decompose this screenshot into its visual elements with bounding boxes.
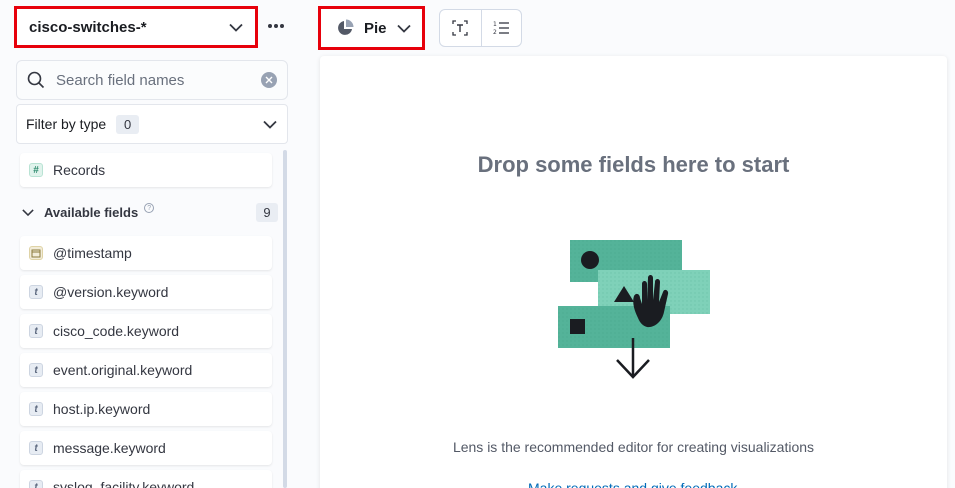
chevron-down-icon <box>22 205 34 219</box>
workspace-title: Drop some fields here to start <box>477 152 790 177</box>
chart-type-switcher[interactable]: Pie <box>318 6 425 50</box>
available-fields-toggle[interactable]: Available fields ? 9 <box>20 200 278 224</box>
drop-fields-illustration <box>558 240 710 379</box>
field-label: cisco_code.keyword <box>53 323 180 339</box>
text-cursor-icon[interactable] <box>440 10 481 46</box>
string-token-icon: t <box>29 324 43 338</box>
svg-text:2: 2 <box>493 29 497 36</box>
feedback-link[interactable]: Make requests and give feedback <box>528 480 737 488</box>
field-item-records[interactable]: # Records <box>20 153 272 187</box>
search-icon <box>27 71 45 89</box>
field-item-cisco-code[interactable]: t cisco_code.keyword <box>20 314 272 348</box>
string-token-icon: t <box>29 441 43 455</box>
search-input[interactable] <box>56 71 261 89</box>
field-item-timestamp[interactable]: @timestamp <box>20 236 272 270</box>
index-pattern-label: cisco-switches-* <box>29 18 147 36</box>
field-search-box <box>16 60 288 100</box>
date-token-icon <box>29 246 43 260</box>
string-token-icon: t <box>29 285 43 299</box>
field-item-event-original[interactable]: t event.original.keyword <box>20 353 272 387</box>
string-token-icon: t <box>29 480 43 488</box>
filter-by-type-label: Filter by type <box>26 116 107 132</box>
chevron-down-icon <box>229 20 243 34</box>
chart-type-label: Pie <box>364 19 387 37</box>
field-item-syslog-facility[interactable]: t syslog_facility.keyword <box>20 470 272 488</box>
field-item-version[interactable]: t @version.keyword <box>20 275 272 309</box>
available-fields-label: Available fields <box>44 204 139 220</box>
string-token-icon: t <box>29 402 43 416</box>
filter-count-badge: 0 <box>116 114 140 134</box>
string-token-icon: t <box>29 363 43 377</box>
number-token-icon: # <box>29 163 43 177</box>
field-label: Records <box>53 162 106 178</box>
index-pattern-picker[interactable]: cisco-switches-* <box>14 6 258 48</box>
field-item-host-ip[interactable]: t host.ip.keyword <box>20 392 272 426</box>
workspace-description: Lens is the recommended editor for creat… <box>452 439 815 455</box>
field-label: event.original.keyword <box>53 362 193 378</box>
chevron-down-icon <box>396 21 411 35</box>
field-list-scrollbar[interactable] <box>283 150 287 488</box>
info-icon[interactable]: ? <box>144 203 155 213</box>
field-label: host.ip.keyword <box>53 401 151 417</box>
clear-search-icon[interactable] <box>261 72 277 88</box>
available-fields-count: 9 <box>256 202 278 222</box>
field-label: syslog_facility.keyword <box>53 479 195 488</box>
field-item-message[interactable]: t message.keyword <box>20 431 272 465</box>
pie-chart-icon <box>336 19 354 37</box>
toolbar-button-group: 1 2 <box>439 9 522 47</box>
workspace-drop-zone[interactable]: Drop some fields here to start Lens is t… <box>320 56 947 488</box>
list-order-icon[interactable]: 1 2 <box>480 10 522 46</box>
more-options-icon[interactable] <box>266 18 286 34</box>
svg-text:1: 1 <box>493 21 497 28</box>
field-label: @version.keyword <box>53 284 169 300</box>
field-label: @timestamp <box>53 245 132 261</box>
filter-by-type-button[interactable]: Filter by type 0 <box>16 104 288 144</box>
field-label: message.keyword <box>53 440 166 456</box>
chevron-down-icon <box>263 117 277 131</box>
